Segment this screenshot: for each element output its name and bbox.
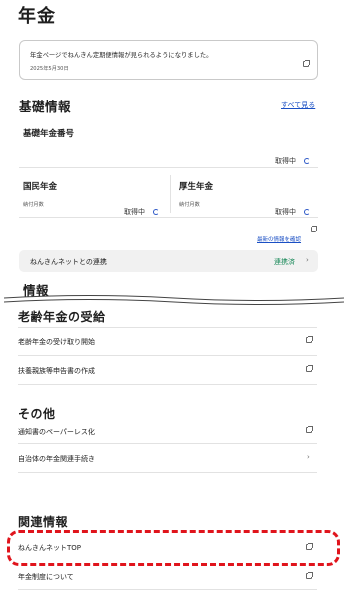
divider [19, 167, 318, 168]
national-pension-sub-label: 納付月数 [23, 202, 44, 208]
nenkin-net-link-row[interactable]: ねんきんネットとの連携 連携済 › [19, 250, 318, 272]
latest-info-link-text[interactable]: 最新の情報を確認 [257, 237, 301, 243]
list-item-dependents-form[interactable]: 扶養親族等申告書の作成 [18, 356, 317, 384]
wavy-divider [4, 295, 344, 305]
external-link-icon [306, 365, 313, 372]
chevron-right-icon: › [307, 453, 310, 461]
list-item-municipal-procedures[interactable]: 自治体の年金関連手続き › [18, 444, 317, 472]
divider [19, 217, 318, 218]
loading-spinner-icon [153, 209, 160, 215]
old-age-heading: 老齢年金の受給 [18, 310, 106, 324]
notice-date: 2025年5月30日 [30, 66, 69, 72]
external-link-icon [306, 336, 313, 343]
national-pension-status: 取得中 [124, 199, 160, 218]
external-link-icon [303, 60, 310, 67]
other-heading: その他 [18, 407, 56, 421]
notice-text: 年金ページでねんきん定期便情報が見られるようになりました。 [30, 52, 213, 59]
external-link-icon [311, 226, 317, 232]
chevron-right-icon: › [306, 256, 309, 264]
list-item-label: 自治体の年金関連手続き [18, 455, 95, 463]
list-item-label: 年金制度について [18, 573, 74, 581]
loading-spinner-icon [304, 158, 311, 164]
pension-number-status-text: 取得中 [275, 157, 296, 165]
list-item-paperless[interactable]: 通知書のペーパーレス化 [18, 421, 317, 441]
divider [18, 589, 317, 590]
pension-number-label: 基礎年金番号 [23, 129, 75, 139]
employees-pension-status-text: 取得中 [275, 208, 296, 216]
employees-pension-label: 厚生年金 [179, 182, 214, 192]
highlight-box [7, 530, 340, 566]
external-link-icon [306, 572, 313, 579]
list-item-old-age-start[interactable]: 老齢年金の受け取り開始 [18, 328, 317, 354]
list-item-label: 老齢年金の受け取り開始 [18, 338, 95, 346]
list-item-pension-system[interactable]: 年金制度について [18, 566, 317, 588]
national-pension-status-text: 取得中 [124, 208, 145, 216]
notice-card[interactable]: 年金ページでねんきん定期便情報が見られるようになりました。 2025年5月30日 [19, 40, 318, 80]
list-item-label: 通知書のペーパーレス化 [18, 428, 95, 436]
divider [18, 472, 317, 473]
external-link-icon [306, 426, 313, 433]
page-title: 年金 [18, 6, 56, 27]
vertical-divider [170, 175, 171, 213]
pension-number-status: 取得中 [275, 148, 311, 167]
national-pension-label: 国民年金 [23, 182, 58, 192]
nenkin-net-status: 連携済 [274, 258, 295, 266]
employees-pension-status: 取得中 [275, 199, 311, 218]
list-item-label: 扶養親族等申告書の作成 [18, 367, 95, 375]
related-heading: 関連情報 [18, 515, 69, 529]
see-all-link[interactable]: すべて見る [281, 100, 315, 110]
nenkin-net-link-label: ねんきんネットとの連携 [30, 258, 107, 266]
employees-pension-sub-label: 納付月数 [179, 202, 200, 208]
basic-info-heading: 基礎情報 [19, 99, 72, 114]
latest-info-link[interactable]: 最新の情報を確認 [257, 226, 317, 245]
divider [18, 384, 317, 385]
loading-spinner-icon [304, 209, 311, 215]
